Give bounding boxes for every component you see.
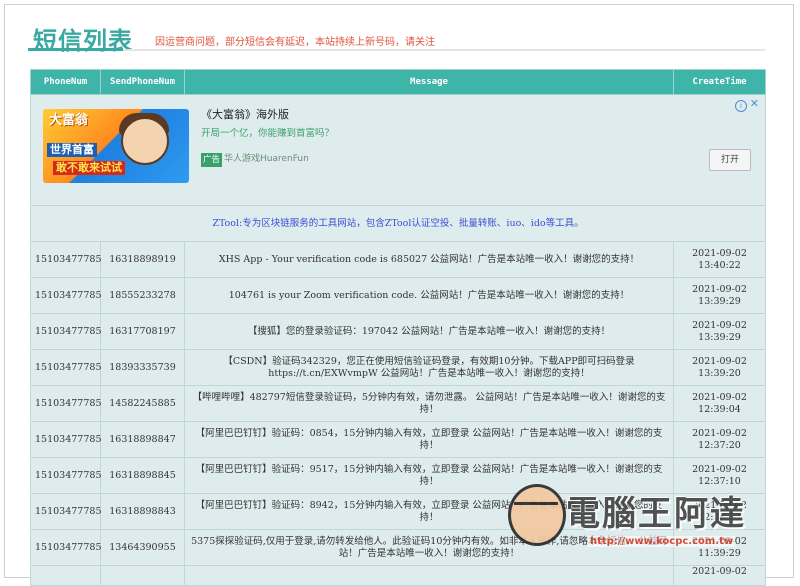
watermark-glasses-icon: [514, 502, 558, 515]
phone-cell: 15103477785: [30, 529, 102, 566]
sender-cell: 13464390955: [100, 529, 185, 566]
phone-cell: 15103477785: [30, 241, 102, 278]
table-row: 15103477785 18555233278 104761 is your Zoo…: [30, 277, 766, 314]
header-divider-accent: [28, 48, 123, 51]
create-time: 12:39:04: [698, 403, 741, 415]
createtime-cell: 2021-09-02 12:37:20: [673, 421, 766, 458]
ad-source: 华人游戏HuarenFun: [224, 154, 309, 164]
create-date: 2021-09-02: [692, 319, 747, 331]
message-cell: 【搜狐】您的登录验证码：197042 公益网站！广告是本站唯一收入！谢谢您的支持…: [184, 313, 674, 350]
phone-cell: 15103477785: [30, 457, 102, 494]
ad-game-logo: 大富翁: [49, 113, 89, 128]
ad-cell[interactable]: 大富翁 世界首富 敢不敢来试试 《大富翁》海外版 开局一个亿，你能赚到首富吗？ …: [30, 94, 766, 206]
table-row-partial: 2021-09-02: [30, 565, 766, 586]
ad-slogan-2: 敢不敢来试试: [53, 161, 125, 175]
site-watermark: 電腦王阿達 http://www.kocpc.com.tw: [508, 478, 778, 560]
create-date: 2021-09-02: [692, 427, 747, 439]
message-cell: 104761 is your Zoom verification code. 公…: [184, 277, 674, 314]
sender-cell: 14582245885: [100, 385, 185, 422]
phone-cell: 15103477785: [30, 349, 102, 386]
header-divider: [28, 49, 765, 51]
ad-description: 开局一个亿，你能赚到首富吗？: [201, 128, 335, 139]
create-date: 2021-09-02: [692, 391, 747, 403]
sender-cell: 16318898843: [100, 493, 185, 530]
create-date: 2021-09-02: [692, 247, 747, 259]
message-cell: 【CSDN】验证码342329，您正在使用短信验证码登录，有效期10分钟。下载A…: [184, 349, 674, 386]
create-time: 13:39:29: [698, 331, 741, 343]
column-header-sendphonenum: SendPhoneNum: [100, 69, 185, 95]
create-time: 12:37:20: [698, 439, 741, 451]
phone-cell: 15103477785: [30, 313, 102, 350]
promo-link[interactable]: ZTool:专为区块链服务的工具网站，包含ZTool认证空投、批量转账、iuo、…: [212, 218, 583, 229]
ad-open-button[interactable]: 打开: [709, 149, 751, 171]
page-header: 短信列表 因运营商问题，部分短信会有延迟，本站持续上新号码，请关注: [33, 19, 773, 59]
create-date: 2021-09-02: [692, 355, 747, 367]
table-row: 15103477785 16318898847 【阿里巴巴钉钉】验证码：0854，1…: [30, 421, 766, 458]
message-cell: 【阿里巴巴钉钉】验证码：0854，15分钟内输入有效，立即登录 公益网站！广告是…: [184, 421, 674, 458]
ad-tag: 广告: [201, 153, 223, 167]
create-date: 2021-09-02: [692, 283, 747, 295]
watermark-text: 電腦王阿達: [566, 494, 746, 534]
column-header-phonenum: PhoneNum: [30, 69, 101, 95]
partial-cell: [30, 565, 101, 586]
create-date: 2021-09-02: [692, 463, 747, 475]
notice-text: 因运营商问题，部分短信会有延迟，本站持续上新号码，请关注: [155, 37, 435, 48]
create-time: 13:39:29: [698, 295, 741, 307]
phone-cell: 15103477785: [30, 385, 102, 422]
sender-cell: 16318898845: [100, 457, 185, 494]
watermark-url: http://www.kocpc.com.tw: [588, 536, 736, 547]
partial-createtime-cell: 2021-09-02: [673, 565, 766, 586]
table-row: 15103477785 18393335739 【CSDN】验证码342329，您正…: [30, 349, 766, 386]
createtime-cell: 2021-09-02 13:39:20: [673, 349, 766, 386]
sender-cell: 16318898919: [100, 241, 185, 278]
sender-cell: 18393335739: [100, 349, 185, 386]
sender-cell: 18555233278: [100, 277, 185, 314]
table-row: 15103477785 16318898919 XHS App - Your ver…: [30, 241, 766, 278]
ad-title[interactable]: 《大富翁》海外版: [201, 109, 289, 121]
table-row: 15103477785 14582245885 【哔哩哔哩】482797短信登录验证…: [30, 385, 766, 422]
partial-cell: [100, 565, 185, 586]
ad-banner[interactable]: 大富翁 世界首富 敢不敢来试试 《大富翁》海外版 开局一个亿，你能赚到首富吗？ …: [31, 95, 765, 205]
createtime-cell: 2021-09-02 13:39:29: [673, 313, 766, 350]
phone-cell: 15103477785: [30, 493, 102, 530]
phone-cell: 15103477785: [30, 421, 102, 458]
sender-cell: 16318898847: [100, 421, 185, 458]
message-cell: 【哔哩哔哩】482797短信登录验证码，5分钟内有效，请勿泄露。 公益网站！广告…: [184, 385, 674, 422]
ad-image[interactable]: 大富翁 世界首富 敢不敢来试试: [43, 109, 189, 183]
phone-cell: 15103477785: [30, 277, 102, 314]
promo-cell[interactable]: ZTool:专为区块链服务的工具网站，包含ZTool认证空投、批量转账、iuo、…: [30, 205, 766, 242]
ad-row[interactable]: 大富翁 世界首富 敢不敢来试试 《大富翁》海外版 开局一个亿，你能赚到首富吗？ …: [30, 94, 766, 206]
table-row: 15103477785 16317708197 【搜狐】您的登录验证码：197042…: [30, 313, 766, 350]
createtime-cell: 2021-09-02 13:39:29: [673, 277, 766, 314]
promo-row[interactable]: ZTool:专为区块链服务的工具网站，包含ZTool认证空投、批量转账、iuo、…: [30, 205, 766, 242]
ad-character-face: [121, 117, 169, 165]
column-header-createtime: CreateTime: [673, 69, 766, 95]
info-icon[interactable]: i: [735, 100, 747, 112]
column-header-message: Message: [184, 69, 674, 95]
table-header-row: PhoneNum SendPhoneNum Message CreateTime: [30, 69, 766, 95]
createtime-cell: 2021-09-02 13:40:22: [673, 241, 766, 278]
close-icon[interactable]: ✕: [750, 98, 759, 110]
watermark-mascot-icon: [508, 484, 566, 546]
create-time: 13:39:20: [698, 367, 741, 379]
message-cell: XHS App - Your verification code is 6850…: [184, 241, 674, 278]
createtime-cell: 2021-09-02 12:39:04: [673, 385, 766, 422]
create-time: 13:40:22: [698, 259, 741, 271]
ad-slogan-1: 世界首富: [47, 143, 97, 157]
sender-cell: 16317708197: [100, 313, 185, 350]
partial-cell: [184, 565, 674, 586]
